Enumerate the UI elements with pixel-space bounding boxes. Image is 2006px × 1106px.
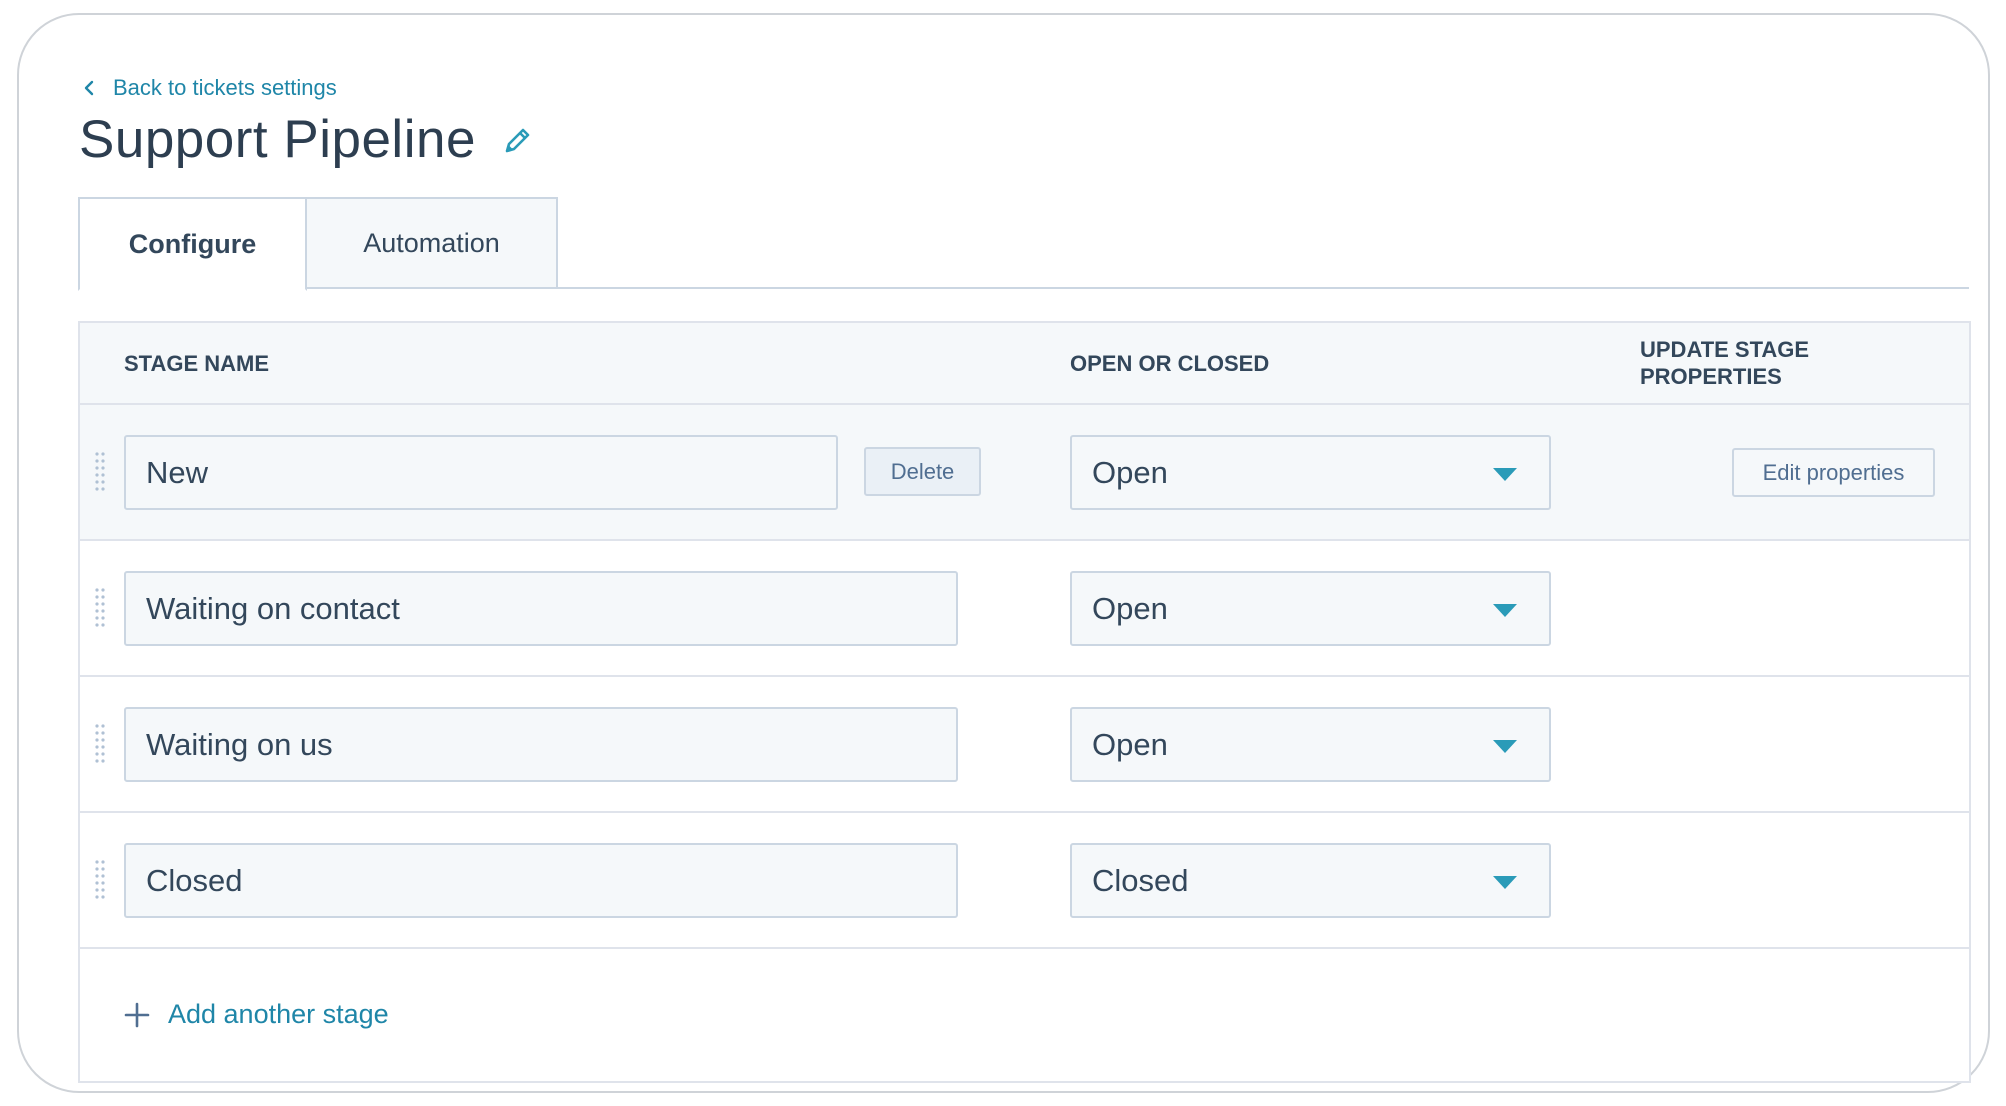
caret-down-icon: [1493, 468, 1517, 481]
stage-name-input[interactable]: [124, 571, 958, 646]
open-closed-select[interactable]: Open: [1070, 435, 1551, 510]
select-value: Open: [1092, 590, 1168, 626]
table-row: Open: [80, 541, 1969, 677]
drag-handle-icon[interactable]: [94, 587, 106, 629]
drag-handle-icon[interactable]: [94, 859, 106, 901]
select-value: Open: [1092, 726, 1168, 762]
caret-down-icon: [1493, 604, 1517, 617]
tab-automation-label: Automation: [363, 227, 500, 258]
tab-bar: Configure Automation: [78, 197, 1969, 291]
pencil-icon[interactable]: [502, 124, 534, 156]
caret-down-icon: [1493, 876, 1517, 889]
back-to-settings-link[interactable]: Back to tickets settings: [81, 75, 337, 101]
column-header-open-or-closed: OPEN OR CLOSED: [1070, 350, 1270, 376]
open-closed-select[interactable]: Open: [1070, 571, 1551, 646]
drag-handle-icon[interactable]: [94, 723, 106, 765]
tab-configure-label: Configure: [128, 228, 257, 259]
open-closed-select[interactable]: Open: [1070, 707, 1551, 782]
table-row: Open: [80, 677, 1969, 813]
plus-icon: [124, 1002, 150, 1027]
window-frame: Back to tickets settings Support Pipelin…: [17, 13, 1990, 1093]
pipeline-stages-table: STAGE NAME OPEN OR CLOSED UPDATE STAGE P…: [78, 321, 1971, 1083]
select-value: Open: [1092, 454, 1168, 490]
caret-down-icon: [1493, 740, 1517, 753]
chevron-left-icon: [84, 80, 94, 96]
delete-stage-button[interactable]: Delete: [864, 447, 981, 496]
table-row: Delete Open Edit properties: [80, 405, 1969, 541]
stage-name-input[interactable]: [124, 435, 838, 510]
add-another-stage-button[interactable]: Add another stage: [124, 999, 389, 1030]
column-header-stage-name: STAGE NAME: [124, 350, 270, 376]
table-header: STAGE NAME OPEN OR CLOSED UPDATE STAGE P…: [80, 323, 1969, 405]
stage-name-input[interactable]: [124, 843, 958, 918]
edit-properties-button[interactable]: Edit properties: [1732, 448, 1935, 497]
open-closed-select[interactable]: Closed: [1070, 843, 1551, 918]
column-header-update-stage-properties: UPDATE STAGE PROPERTIES: [1640, 337, 1810, 389]
table-row: Closed: [80, 813, 1969, 949]
select-value: Closed: [1092, 862, 1189, 898]
stage-name-input[interactable]: [124, 707, 958, 782]
tab-automation[interactable]: Automation: [307, 197, 558, 289]
back-link-label[interactable]: Back to tickets settings: [113, 75, 337, 101]
page-title: Support Pipeline: [79, 110, 476, 169]
tab-configure[interactable]: Configure: [78, 197, 307, 291]
drag-handle-icon[interactable]: [94, 451, 106, 493]
page-title-row: Support Pipeline: [79, 113, 534, 166]
add-stage-label: Add another stage: [168, 999, 389, 1029]
